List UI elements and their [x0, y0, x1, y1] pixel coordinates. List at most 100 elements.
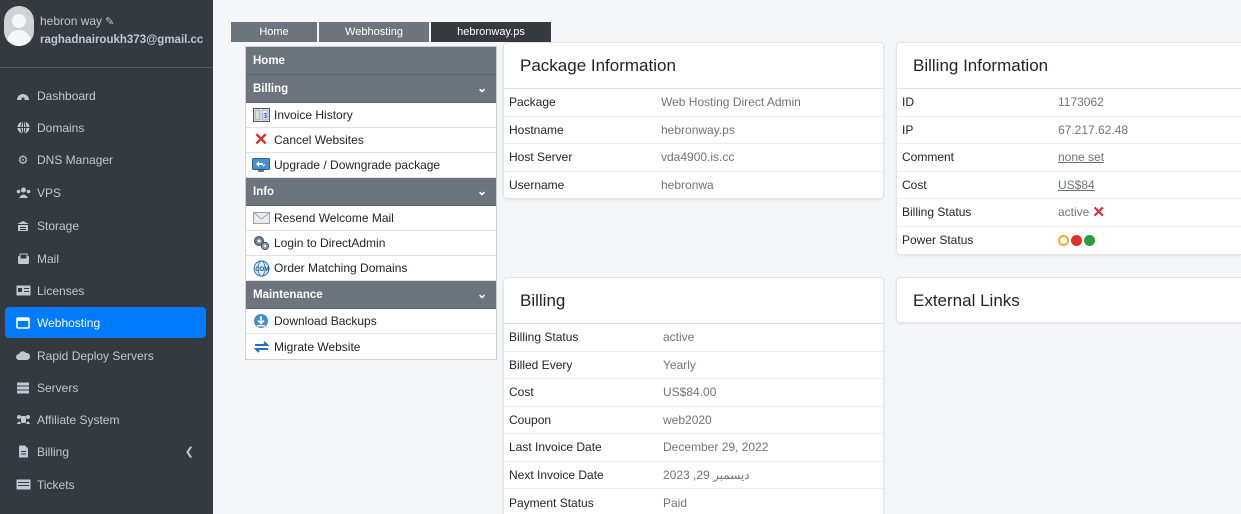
- billing-status-key: Billing Status: [902, 205, 972, 220]
- sidebar-item-licenses[interactable]: Licenses: [5, 275, 206, 306]
- migrate-arrows-icon: [252, 339, 270, 355]
- sidebar-item-webhosting[interactable]: Webhosting: [5, 307, 206, 338]
- payment-status-row: Payment Status Paid: [504, 489, 883, 514]
- sidebar-item-label: Dashboard: [37, 88, 96, 103]
- pencil-icon[interactable]: ✎: [105, 15, 114, 28]
- user-name[interactable]: hebron way ✎: [40, 14, 114, 28]
- billing-info-card: Billing Information ID 1173062 IP 67.217.6…: [896, 42, 1241, 255]
- invoice-icon: $: [252, 107, 270, 123]
- billing-status-value: active: [663, 330, 695, 345]
- package-info-card: Package Information Package Web Hosting D…: [503, 42, 884, 199]
- sidebar-item-tickets[interactable]: Tickets: [5, 469, 206, 500]
- sidebar-item-dns-manager[interactable]: ⚙ DNS Manager: [5, 144, 206, 175]
- start-icon[interactable]: [1084, 234, 1095, 246]
- storage-icon: [15, 219, 31, 233]
- menu-billing-header[interactable]: Billing ⌄: [246, 75, 496, 103]
- power-status-key: Power Status: [902, 233, 974, 248]
- sidebar-item-dashboard[interactable]: Dashboard: [5, 80, 206, 111]
- download-icon: [252, 313, 270, 329]
- sidebar-item-storage[interactable]: Storage: [5, 210, 206, 241]
- cloud-icon: [15, 349, 31, 363]
- username-value: hebronwa: [661, 178, 714, 193]
- sidebar-item-label: Domains: [37, 120, 85, 135]
- billing-status-row: Billing Status active: [504, 324, 883, 352]
- gear-icon: ⚙: [17, 152, 29, 167]
- sidebar-item-label: Mail: [37, 251, 60, 266]
- window-icon: [15, 316, 31, 330]
- sidebar-item-vps[interactable]: VPS: [5, 177, 206, 208]
- sidebar-item-label: DNS Manager: [37, 152, 114, 167]
- cancel-x-icon[interactable]: ✕: [1092, 203, 1105, 221]
- menu-maintenance-header[interactable]: Maintenance ⌄: [246, 281, 496, 309]
- comment-key: Comment: [902, 150, 955, 165]
- host-server-key: Host Server: [509, 150, 573, 165]
- menu-info-header[interactable]: Info ⌄: [246, 178, 496, 206]
- power-status-row: Power Status: [897, 227, 1241, 255]
- cost-row: Cost US$84.00: [504, 379, 883, 407]
- hostname-key: Hostname: [509, 122, 564, 137]
- comment-link[interactable]: none set: [1058, 150, 1104, 164]
- sidebar-item-servers[interactable]: Servers: [5, 372, 206, 403]
- menu-resend-welcome-mail[interactable]: Resend Welcome Mail: [246, 206, 496, 231]
- sidebar-item-label: Rapid Deploy Servers: [37, 348, 154, 363]
- last-invoice-value: December 29, 2022: [663, 440, 769, 455]
- menu-item-label: Download Backups: [274, 314, 377, 328]
- menu-item-label: Login to DirectAdmin: [274, 236, 386, 250]
- action-menu: Home Billing ⌄ $ Invoice History ✕ Cancel…: [245, 46, 497, 360]
- sidebar-item-mail[interactable]: Mail: [5, 243, 206, 274]
- menu-upgrade-downgrade[interactable]: Upgrade / Downgrade package: [246, 153, 496, 178]
- ip-value: 67.217.62.48: [1058, 122, 1129, 137]
- next-invoice-row: Next Invoice Date ديسمبر 29, 2023: [504, 462, 883, 489]
- package-info-title: Package Information: [504, 43, 883, 89]
- sidebar-item-affiliate-system[interactable]: Affiliate System: [5, 404, 206, 435]
- menu-item-label: Invoice History: [274, 108, 353, 122]
- menu-item-label: Migrate Website: [274, 339, 361, 354]
- id-row: ID 1173062: [897, 89, 1241, 117]
- hostname-value: hebronway.ps: [661, 122, 735, 137]
- menu-item-label: Order Matching Domains: [274, 261, 408, 275]
- billed-every-row: Billed Every Yearly: [504, 352, 883, 379]
- sidebar-item-label: Tickets: [37, 477, 75, 492]
- menu-home[interactable]: Home: [246, 47, 496, 75]
- sidebar-item-rapid-deploy-servers[interactable]: Rapid Deploy Servers: [5, 340, 206, 371]
- menu-order-matching-domains[interactable]: COM Order Matching Domains: [246, 256, 496, 281]
- billing-status-row: Billing Status active ✕: [897, 199, 1241, 227]
- sidebar-item-label: Webhosting: [37, 315, 101, 330]
- cost-row: Cost US$84: [897, 172, 1241, 199]
- id-value: 1173062: [1058, 95, 1104, 110]
- payment-status-value: Paid: [663, 495, 688, 510]
- stop-icon[interactable]: [1071, 234, 1082, 246]
- sidebar-item-billing[interactable]: Billing ❮: [5, 436, 206, 467]
- username-row: Username hebronwa: [504, 172, 883, 199]
- menu-download-backups[interactable]: Download Backups: [246, 309, 496, 334]
- menu-migrate-website[interactable]: Migrate Website: [246, 334, 496, 359]
- menu-cancel-websites[interactable]: ✕ Cancel Websites: [246, 128, 496, 153]
- menu-login-directadmin[interactable]: Login to DirectAdmin: [246, 231, 496, 256]
- billing-title: Billing: [504, 278, 883, 324]
- menu-invoice-history[interactable]: $ Invoice History: [246, 103, 496, 128]
- menu-billing-label: Billing: [253, 82, 289, 95]
- user-name-text[interactable]: hebron way: [40, 14, 102, 28]
- affiliate-icon: [15, 413, 31, 427]
- breadcrumb-current: hebronway.ps: [431, 22, 551, 42]
- sidebar-item-label: VPS: [37, 185, 62, 200]
- cost-value: US$84.00: [663, 385, 717, 400]
- billing-info-title: Billing Information: [897, 43, 1241, 89]
- server-icon: [15, 381, 31, 395]
- invoice-icon: [15, 445, 31, 459]
- menu-info-label: Info: [253, 185, 275, 198]
- cost-link[interactable]: US$84: [1058, 178, 1095, 192]
- billed-every-key: Billed Every: [509, 357, 573, 372]
- avatar[interactable]: [4, 6, 34, 46]
- restart-icon[interactable]: [1058, 234, 1069, 246]
- breadcrumb-home[interactable]: Home: [231, 22, 317, 42]
- users-icon: [15, 186, 31, 200]
- upgrade-icon: [252, 157, 270, 173]
- gears-icon: [252, 235, 270, 251]
- sidebar-item-domains[interactable]: Domains: [5, 112, 206, 143]
- payment-status-key: Payment Status: [509, 495, 594, 510]
- envelope-icon: [252, 210, 270, 226]
- breadcrumb-webhosting[interactable]: Webhosting: [319, 22, 429, 42]
- username-key: Username: [509, 178, 565, 193]
- menu-item-label: Resend Welcome Mail: [274, 211, 394, 225]
